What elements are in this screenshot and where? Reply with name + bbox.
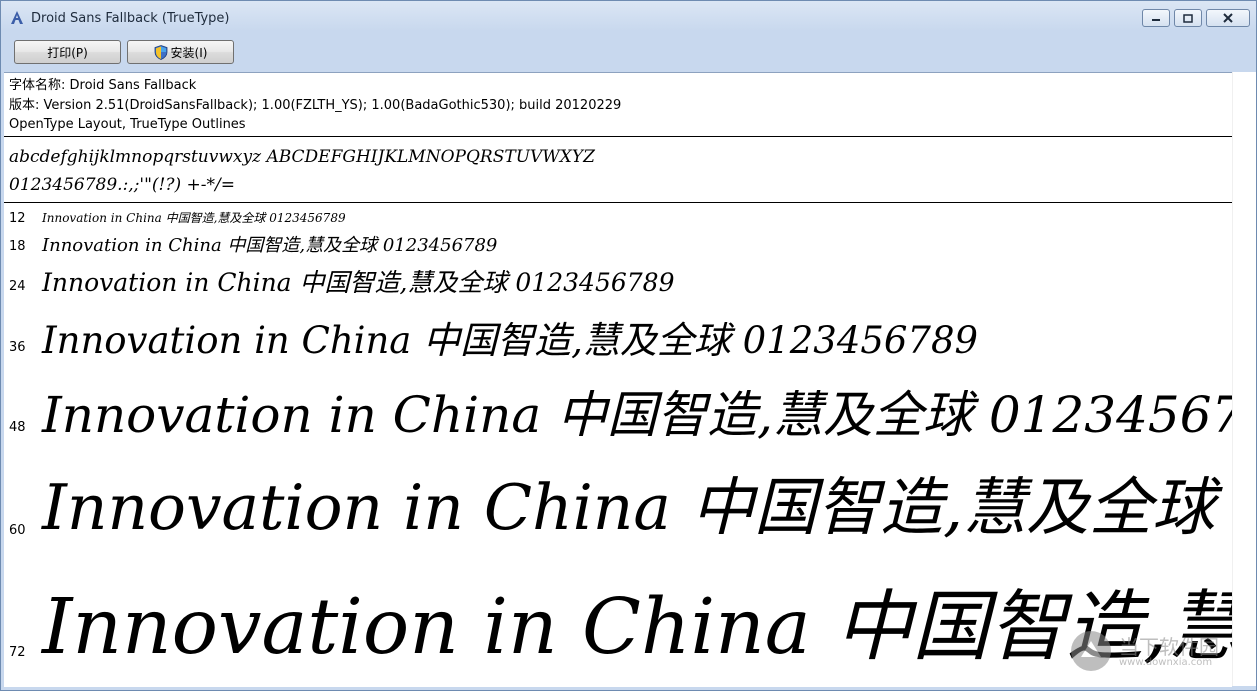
- size-label: 12: [9, 211, 26, 226]
- print-button[interactable]: 打印(P): [14, 40, 121, 64]
- window-controls: [1142, 9, 1250, 27]
- size-label: 18: [9, 239, 26, 254]
- size-label: 36: [9, 340, 26, 355]
- size-label: 72: [9, 645, 26, 660]
- minimize-button[interactable]: [1142, 9, 1170, 27]
- watermark-title: 当下软件园: [1119, 635, 1219, 659]
- preview-text: Innovation in China 中国智造,慧及全球 0123456789: [42, 583, 1232, 672]
- scroll-gutter: [1232, 72, 1256, 686]
- print-button-label: 打印(P): [47, 45, 88, 60]
- size-label: 48: [9, 420, 26, 435]
- font-outline-line: OpenType Layout, TrueType Outlines: [9, 117, 246, 132]
- font-viewer-window: Droid Sans Fallback (TrueType) 打印(P) 安装(…: [0, 0, 1257, 691]
- preview-text: Innovation in China 中国智造,慧及全球 0123456789: [42, 268, 675, 297]
- title-bar[interactable]: Droid Sans Fallback (TrueType): [1, 1, 1256, 35]
- font-name-line: 字体名称: Droid Sans Fallback: [9, 78, 197, 93]
- preview-text: Innovation in China 中国智造,慧及全球 0123456789: [42, 386, 1232, 444]
- close-icon: [1223, 13, 1233, 23]
- window-title: Droid Sans Fallback (TrueType): [31, 11, 230, 26]
- preview-text: Innovation in China 中国智造,慧及全球 0123456789: [42, 235, 498, 256]
- size-label: 24: [9, 279, 26, 294]
- watermark-logo-icon: [1071, 631, 1111, 671]
- charset-digits: 0123456789.:,;'"(!?) +-*/=: [9, 175, 235, 195]
- maximize-button[interactable]: [1174, 9, 1202, 27]
- divider: [4, 202, 1232, 203]
- font-info: 字体名称: Droid Sans Fallback 版本: Version 2.…: [9, 76, 621, 135]
- install-button-label: 安装(I): [170, 45, 208, 60]
- font-preview-pane[interactable]: 字体名称: Droid Sans Fallback 版本: Version 2.…: [4, 72, 1232, 687]
- close-button[interactable]: [1206, 9, 1250, 27]
- toolbar: 打印(P) 安装(I): [1, 35, 1256, 71]
- font-version-line: 版本: Version 2.51(DroidSansFallback); 1.0…: [9, 97, 622, 113]
- divider: [4, 136, 1232, 137]
- maximize-icon: [1183, 13, 1193, 23]
- watermark-url: www.downxia.com: [1119, 657, 1213, 668]
- uac-shield-icon: [154, 44, 167, 60]
- watermark: 当下软件园 www.downxia.com: [1069, 629, 1239, 674]
- charset-letters: abcdefghijklmnopqrstuvwxyz ABCDEFGHIJKLM…: [9, 147, 595, 167]
- size-label: 60: [9, 523, 26, 538]
- install-button[interactable]: 安装(I): [127, 40, 234, 64]
- preview-text: Innovation in China 中国智造,慧及全球 0123456789: [42, 319, 979, 362]
- preview-text: Innovation in China 中国智造,慧及全球 0123456789: [42, 471, 1232, 544]
- preview-text: Innovation in China 中国智造,慧及全球 0123456789: [42, 211, 346, 225]
- minimize-icon: [1152, 19, 1160, 21]
- font-file-icon: [11, 11, 23, 24]
